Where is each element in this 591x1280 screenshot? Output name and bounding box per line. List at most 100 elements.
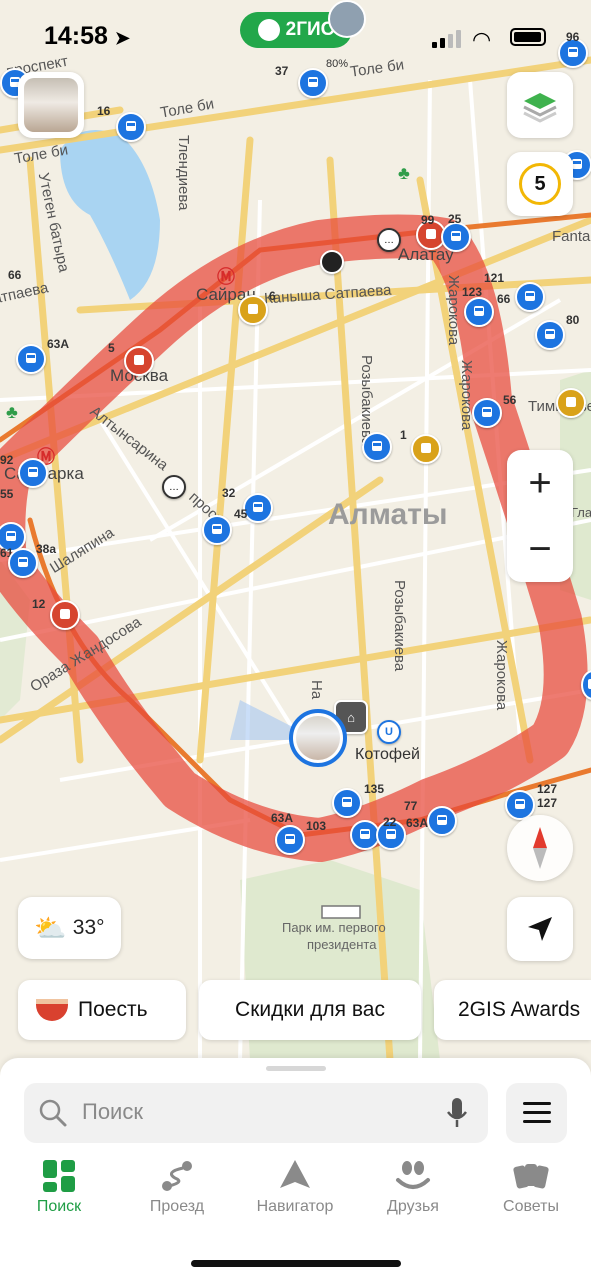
- bus-route-number: 12: [32, 597, 46, 611]
- street-label: Жарокова: [445, 275, 462, 346]
- bus-route-number: 121: [484, 271, 505, 285]
- bus-route-number: 135: [364, 782, 385, 796]
- poi-shield-icon[interactable]: U: [377, 720, 401, 744]
- bus-stop-icon[interactable]: [535, 320, 565, 350]
- status-bar: 14:58 ➤ 2ГИС 80% ◠: [0, 0, 591, 78]
- layers-icon: [523, 93, 557, 123]
- bus-route-number: 38а: [36, 542, 57, 556]
- chip-eat[interactable]: Поесть: [18, 980, 186, 1040]
- location-arrow-icon: ➤: [114, 28, 130, 48]
- bus-route-number: 5: [108, 341, 115, 355]
- tree-icon: ♣: [398, 163, 410, 183]
- chat-bubble-icon[interactable]: …: [377, 228, 401, 252]
- bus-stop-icon[interactable]: [202, 515, 232, 545]
- bus-stop-icon[interactable]: [124, 346, 154, 376]
- bus-route-number: 63А: [47, 337, 70, 351]
- profile-avatar-button[interactable]: [18, 72, 84, 138]
- bus-route-number: 55: [0, 487, 14, 501]
- tab-search[interactable]: Поиск: [4, 1160, 114, 1230]
- bus-route-number: 80: [566, 313, 580, 327]
- bus-route-number: 22: [383, 815, 397, 829]
- bus-stop-icon[interactable]: [427, 806, 457, 836]
- bus-stop-icon[interactable]: [464, 297, 494, 327]
- chat-bubble-icon[interactable]: …: [162, 475, 186, 499]
- user-location-marker[interactable]: [289, 709, 347, 767]
- bus-stop-icon[interactable]: [515, 282, 545, 312]
- wifi-icon: ◠: [472, 27, 492, 52]
- friends-icon: [396, 1161, 430, 1189]
- poi-label-kotofey: Котофей: [355, 746, 420, 763]
- bus-stop-icon[interactable]: [8, 548, 38, 578]
- restaurant-icon[interactable]: [320, 250, 344, 274]
- battery-percent: 80%: [326, 58, 349, 70]
- bus-stop-icon[interactable]: [275, 825, 305, 855]
- bus-route-number: 56: [503, 393, 517, 407]
- bus-route-number: 127: [537, 796, 558, 810]
- bus-stop-icon[interactable]: [243, 493, 273, 523]
- signal-icon: [432, 30, 462, 48]
- street-label: Тлендиева: [175, 135, 192, 211]
- bus-route-number: 127: [537, 782, 558, 796]
- park-label: Парк им. первого: [282, 920, 386, 935]
- bus-route-number: 1: [400, 428, 407, 442]
- menu-button[interactable]: [506, 1083, 567, 1143]
- bus-route-number: 103: [306, 819, 327, 833]
- tree-icon: ♣: [6, 402, 18, 422]
- bus-stop-icon[interactable]: [362, 432, 392, 462]
- my-location-button[interactable]: [507, 897, 573, 961]
- sheet-handle[interactable]: [266, 1066, 326, 1071]
- tab-navigator[interactable]: Навигатор: [240, 1160, 350, 1230]
- battery-icon: [510, 28, 546, 46]
- bus-route-number: 66: [8, 268, 22, 282]
- tab-friends[interactable]: Друзья: [358, 1160, 468, 1230]
- navigation-arrow-icon: [528, 917, 552, 941]
- bus-stop-icon[interactable]: [16, 344, 46, 374]
- tab-tips[interactable]: Советы: [476, 1160, 586, 1230]
- street-label: Жарокова: [493, 640, 510, 711]
- compass-button[interactable]: [507, 815, 573, 881]
- compass-icon: [533, 827, 547, 869]
- bus-stop-icon[interactable]: [332, 788, 362, 818]
- street-label: Розыбакиева: [391, 580, 408, 672]
- tab-route[interactable]: Проезд: [122, 1160, 232, 1230]
- street-label: На: [308, 680, 325, 700]
- bus-route-number: 123: [462, 285, 483, 299]
- traffic-level-button[interactable]: 5: [507, 152, 573, 216]
- bus-route-number: 16: [97, 104, 111, 118]
- chip-discounts[interactable]: Скидки для вас: [199, 980, 421, 1040]
- city-label: Алматы: [328, 498, 448, 531]
- bus-stop-icon[interactable]: [50, 600, 80, 630]
- bus-route-number: 99: [421, 213, 435, 227]
- hamburger-icon: [522, 1102, 551, 1123]
- route-icon: [162, 1161, 192, 1191]
- bus-stop-icon[interactable]: [472, 398, 502, 428]
- bus-route-number: 25: [448, 212, 462, 226]
- search-input[interactable]: Поиск: [24, 1083, 488, 1143]
- status-time: 14:58 ➤: [44, 22, 130, 50]
- zoom-in-button[interactable]: +: [507, 450, 573, 516]
- bus-stop-icon[interactable]: [18, 458, 48, 488]
- bus-route-number: 6: [269, 289, 276, 303]
- street-label: Гла: [571, 505, 591, 520]
- bus-route-number: 32: [222, 486, 236, 500]
- layers-button[interactable]: [507, 72, 573, 138]
- zoom-out-button[interactable]: −: [507, 516, 573, 582]
- weather-widget[interactable]: ⛅ 33°: [18, 897, 121, 959]
- bus-route-number: 63А: [271, 811, 294, 825]
- metro-icon: Ⓜ: [217, 267, 235, 287]
- street-label: Жарокова: [458, 360, 475, 431]
- bus-stop-icon[interactable]: [238, 295, 268, 325]
- search-placeholder: Поиск: [82, 1099, 143, 1124]
- search-icon: [39, 1099, 67, 1127]
- street-label: Fanta: [552, 228, 591, 245]
- goose-icon: [257, 19, 280, 41]
- bus-stop-icon[interactable]: [411, 434, 441, 464]
- bus-stop-icon[interactable]: [441, 222, 471, 252]
- microphone-icon[interactable]: [444, 1096, 470, 1130]
- navigator-icon: [280, 1160, 310, 1188]
- bus-route-number: 45: [234, 507, 248, 521]
- chip-awards[interactable]: 2GIS Awards: [434, 980, 591, 1040]
- bus-stop-icon[interactable]: [116, 112, 146, 142]
- bus-stop-icon[interactable]: [556, 388, 586, 418]
- tips-cards-icon: [513, 1164, 549, 1189]
